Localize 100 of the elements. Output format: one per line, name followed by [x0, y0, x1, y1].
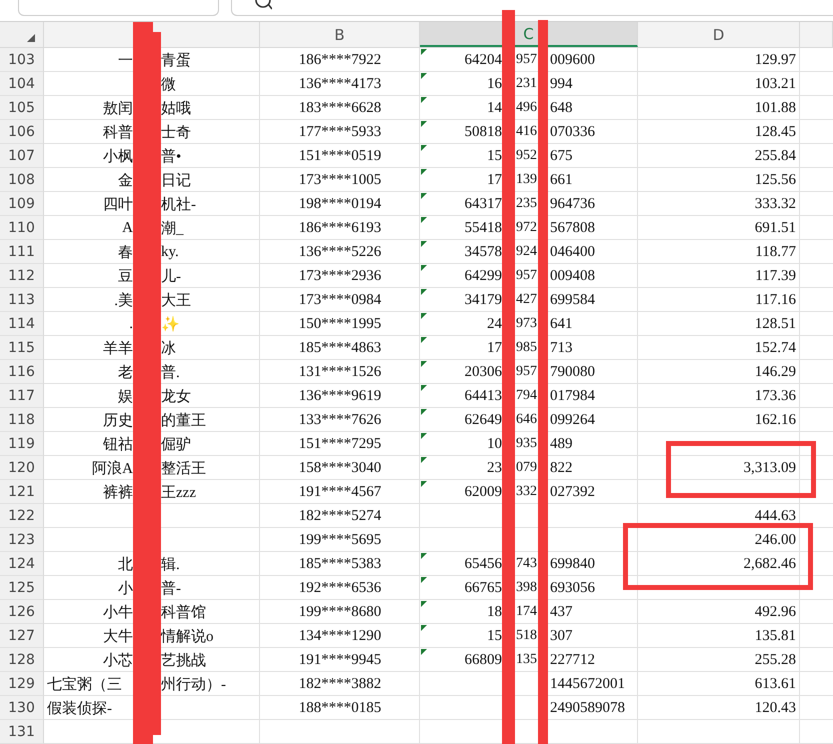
table-cell[interactable]: A 潮_: [44, 216, 260, 240]
table-cell[interactable]: 20306 957 790080: [420, 360, 638, 384]
table-cell[interactable]: 173****2936: [260, 264, 420, 288]
table-cell[interactable]: 151****7295: [260, 432, 420, 456]
row-number[interactable]: 127: [0, 624, 44, 648]
table-cell[interactable]: 191****9945: [260, 648, 420, 672]
table-cell[interactable]: 129.97: [638, 48, 800, 72]
table-cell[interactable]: 假装侦探-: [44, 696, 260, 720]
table-cell[interactable]: 185****4863: [260, 336, 420, 360]
table-cell[interactable]: 177****5933: [260, 120, 420, 144]
table-cell[interactable]: 23 079 822: [420, 456, 638, 480]
table-cell[interactable]: 173.36: [638, 384, 800, 408]
table-cell[interactable]: 182****3882: [260, 672, 420, 696]
row-number[interactable]: 112: [0, 264, 44, 288]
table-cell[interactable]: 146.29: [638, 360, 800, 384]
table-cell[interactable]: 199****8680: [260, 600, 420, 624]
table-cell[interactable]: 娱 龙女: [44, 384, 260, 408]
table-cell[interactable]: 65456 743 699840: [420, 552, 638, 576]
table-cell[interactable]: 小 普-: [44, 576, 260, 600]
table-cell[interactable]: 152.74: [638, 336, 800, 360]
table-cell[interactable]: 125.56: [638, 168, 800, 192]
table-cell[interactable]: 敖闰 姑哦: [44, 96, 260, 120]
table-cell[interactable]: 春 ky.: [44, 240, 260, 264]
table-cell[interactable]: 255.84: [638, 144, 800, 168]
table-cell[interactable]: 150****1995: [260, 312, 420, 336]
table-cell[interactable]: 136****9619: [260, 384, 420, 408]
table-cell[interactable]: 10 935 489: [420, 432, 638, 456]
table-cell[interactable]: 182****5274: [260, 504, 420, 528]
row-number[interactable]: 125: [0, 576, 44, 600]
table-cell[interactable]: 492.96: [638, 600, 800, 624]
search-icon[interactable]: [254, 0, 272, 10]
table-cell[interactable]: 金 日记: [44, 168, 260, 192]
table-cell[interactable]: 15 518 307: [420, 624, 638, 648]
table-cell[interactable]: 133****7626: [260, 408, 420, 432]
row-number[interactable]: 105: [0, 96, 44, 120]
table-cell[interactable]: 613.61: [638, 672, 800, 696]
row-number[interactable]: 114: [0, 312, 44, 336]
table-cell[interactable]: 北 辑.: [44, 552, 260, 576]
table-cell[interactable]: 64299 957 009408: [420, 264, 638, 288]
row-number[interactable]: 119: [0, 432, 44, 456]
table-cell[interactable]: 阿浪A 整活王: [44, 456, 260, 480]
table-cell[interactable]: 17 985 713: [420, 336, 638, 360]
table-cell[interactable]: 钮祜 倔驴: [44, 432, 260, 456]
row-number[interactable]: 103: [0, 48, 44, 72]
table-cell[interactable]: 128.51: [638, 312, 800, 336]
table-cell[interactable]: 羊羊 冰: [44, 336, 260, 360]
row-number[interactable]: 109: [0, 192, 44, 216]
table-cell[interactable]: 117.39: [638, 264, 800, 288]
row-number[interactable]: 129: [0, 672, 44, 696]
table-cell[interactable]: 17 139 661: [420, 168, 638, 192]
row-number[interactable]: 106: [0, 120, 44, 144]
table-cell[interactable]: 162.16: [638, 408, 800, 432]
table-cell[interactable]: 七宝粥（三 州行动）-: [44, 672, 260, 696]
table-cell[interactable]: 186****6193: [260, 216, 420, 240]
table-cell[interactable]: 128.45: [638, 120, 800, 144]
row-number[interactable]: 124: [0, 552, 44, 576]
table-cell[interactable]: 134****1290: [260, 624, 420, 648]
table-cell[interactable]: 1445672001: [420, 672, 638, 696]
row-number[interactable]: 107: [0, 144, 44, 168]
column-header[interactable]: D: [638, 22, 800, 47]
table-cell[interactable]: 18 174 437: [420, 600, 638, 624]
table-cell[interactable]: 14 496 648: [420, 96, 638, 120]
table-cell[interactable]: 历史 的董王: [44, 408, 260, 432]
table-cell[interactable]: 103.21: [638, 72, 800, 96]
table-cell[interactable]: 大牛 情解说o: [44, 624, 260, 648]
row-number[interactable]: 123: [0, 528, 44, 552]
table-cell[interactable]: 444.63: [638, 504, 800, 528]
table-cell[interactable]: 246.00: [638, 528, 800, 552]
row-number[interactable]: 117: [0, 384, 44, 408]
row-number[interactable]: 130: [0, 696, 44, 720]
table-cell[interactable]: 198****0194: [260, 192, 420, 216]
row-number[interactable]: 120: [0, 456, 44, 480]
table-cell[interactable]: 185****5383: [260, 552, 420, 576]
row-number[interactable]: 122: [0, 504, 44, 528]
select-all-icon[interactable]: [27, 34, 35, 42]
table-cell[interactable]: 62009 332 027392: [420, 480, 638, 504]
table-cell[interactable]: 64204 957 009600: [420, 48, 638, 72]
table-cell[interactable]: 66809 135 227712: [420, 648, 638, 672]
table-cell[interactable]: 62649 646 099264: [420, 408, 638, 432]
table-cell[interactable]: 191****4567: [260, 480, 420, 504]
table-cell[interactable]: 66765 398 693056: [420, 576, 638, 600]
table-cell[interactable]: 192****6536: [260, 576, 420, 600]
table-cell[interactable]: 小枫 普•: [44, 144, 260, 168]
table-cell[interactable]: 34179 427 699584: [420, 288, 638, 312]
row-number[interactable]: 116: [0, 360, 44, 384]
table-cell[interactable]: 186****7922: [260, 48, 420, 72]
table-cell[interactable]: 173****1005: [260, 168, 420, 192]
table-cell[interactable]: 64317 235 964736: [420, 192, 638, 216]
table-cell[interactable]: 135.81: [638, 624, 800, 648]
row-number[interactable]: 128: [0, 648, 44, 672]
table-cell[interactable]: 199****5695: [260, 528, 420, 552]
row-number[interactable]: 115: [0, 336, 44, 360]
table-cell[interactable]: 117.16: [638, 288, 800, 312]
table-cell[interactable]: 3,313.09: [638, 456, 800, 480]
table-cell[interactable]: 科普 士奇: [44, 120, 260, 144]
table-cell[interactable]: 64413 794 017984: [420, 384, 638, 408]
table-cell[interactable]: 24 973 641: [420, 312, 638, 336]
table-cell[interactable]: 136****5226: [260, 240, 420, 264]
row-number[interactable]: 113: [0, 288, 44, 312]
table-cell[interactable]: 131****1526: [260, 360, 420, 384]
